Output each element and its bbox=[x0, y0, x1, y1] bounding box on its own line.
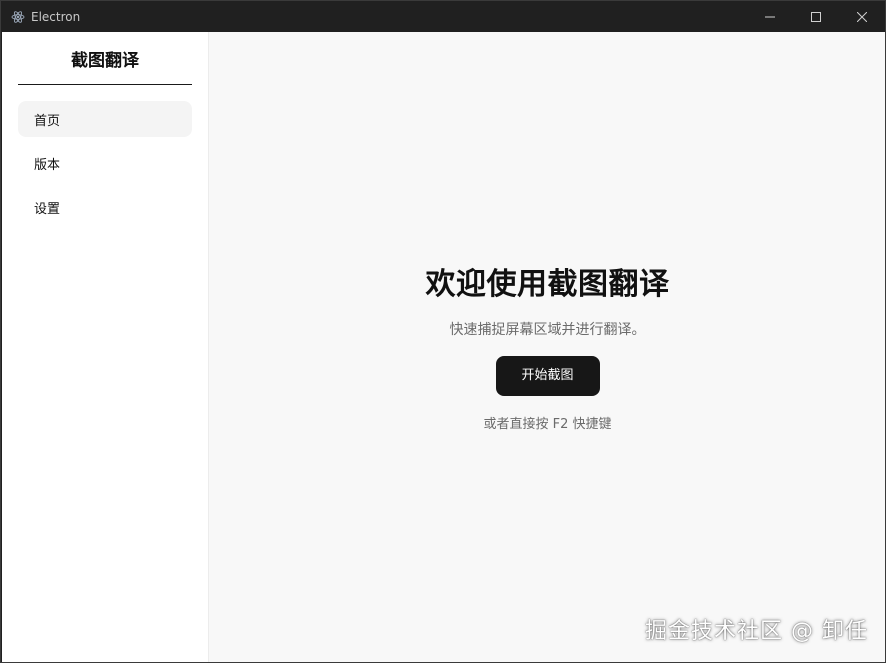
maximize-icon bbox=[811, 7, 821, 26]
close-button[interactable] bbox=[839, 1, 885, 32]
window-controls bbox=[747, 1, 885, 32]
minimize-button[interactable] bbox=[747, 1, 793, 32]
sidebar-item-settings[interactable]: 设置 bbox=[18, 189, 192, 225]
page-title: 欢迎使用截图翻译 bbox=[425, 267, 670, 302]
start-screenshot-button[interactable]: 开始截图 bbox=[495, 356, 600, 396]
welcome-section: 欢迎使用截图翻译 快速捕捉屏幕区域并进行翻译。 开始截图 或者直接按 F2 快捷… bbox=[209, 259, 885, 432]
sidebar-item-label: 版本 bbox=[34, 157, 61, 173]
window-title: Electron bbox=[31, 9, 81, 24]
sidebar-item-home[interactable]: 首页 bbox=[18, 101, 192, 137]
sidebar: 截图翻译 首页 版本 设置 bbox=[2, 32, 209, 662]
sidebar-item-label: 设置 bbox=[34, 201, 61, 217]
page-subtitle: 快速捕捉屏幕区域并进行翻译。 bbox=[449, 322, 646, 338]
sidebar-title: 截图翻译 bbox=[18, 32, 192, 85]
watermark: 掘金技术社区 @ 卸任 bbox=[645, 619, 868, 644]
maximize-button[interactable] bbox=[793, 1, 839, 32]
sidebar-nav: 首页 版本 设置 bbox=[18, 101, 192, 225]
app-content: 截图翻译 首页 版本 设置 欢迎使用截图翻译 快速捕捉屏幕区域并进行翻译。 开始… bbox=[2, 32, 885, 662]
app-window: Electron 截图翻译 首页 版本 设置 欢迎使用截图翻译 快速捕捉屏幕区域… bbox=[0, 0, 886, 663]
sidebar-item-label: 首页 bbox=[34, 113, 61, 129]
main-panel: 欢迎使用截图翻译 快速捕捉屏幕区域并进行翻译。 开始截图 或者直接按 F2 快捷… bbox=[209, 32, 885, 662]
close-icon bbox=[856, 7, 868, 26]
shortcut-hint: 或者直接按 F2 快捷键 bbox=[483, 417, 612, 432]
title-bar[interactable]: Electron bbox=[1, 1, 885, 32]
minimize-icon bbox=[765, 7, 775, 26]
sidebar-item-version[interactable]: 版本 bbox=[18, 145, 192, 181]
electron-icon bbox=[11, 10, 25, 24]
